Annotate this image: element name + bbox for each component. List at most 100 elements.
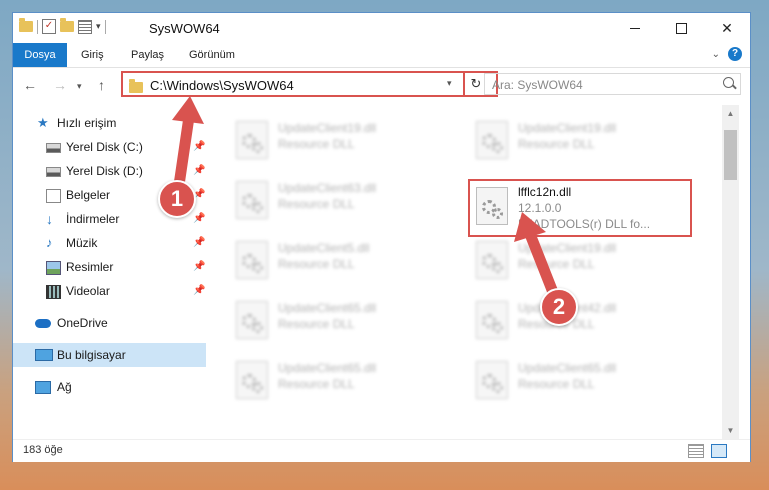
pin-icon[interactable]: 📌 bbox=[193, 279, 205, 303]
new-folder-icon[interactable] bbox=[60, 18, 74, 32]
file-tile[interactable]: UpdateClient65.dll Resource DLL bbox=[466, 357, 686, 409]
scroll-down-icon[interactable]: ▼ bbox=[722, 422, 739, 439]
videos-icon bbox=[46, 285, 61, 299]
expand-ribbon-chevron-icon[interactable]: ⌄ bbox=[712, 49, 720, 60]
sidebar-item-quick-access[interactable]: ★ Hızlı erişim bbox=[13, 111, 206, 135]
sidebar-item-local-disk-c[interactable]: Yerel Disk (C:) 📌 bbox=[13, 135, 206, 159]
minimize-button[interactable] bbox=[612, 13, 658, 43]
file-tile[interactable]: UpdateClient19.dll Resource DLL bbox=[466, 117, 686, 169]
recent-locations-chevron-icon[interactable]: ▾ bbox=[77, 81, 82, 92]
sidebar-item-videos[interactable]: Videolar 📌 bbox=[13, 279, 206, 303]
file-name: UpdateClient19.dll bbox=[518, 241, 617, 255]
file-tile[interactable]: UpdateClient65.dll Resource DLL bbox=[226, 297, 446, 349]
sidebar-item-label: Bu bilgisayar bbox=[57, 348, 126, 362]
step-1-badge: 1 bbox=[158, 180, 196, 218]
customize-caret-icon[interactable]: ▾ bbox=[96, 21, 101, 32]
tab-view[interactable]: Görünüm bbox=[179, 43, 245, 67]
pc-icon bbox=[35, 349, 53, 361]
sidebar-item-network[interactable]: Ağ bbox=[13, 375, 206, 399]
pin-icon[interactable]: 📌 bbox=[193, 231, 205, 255]
tab-share[interactable]: Paylaş bbox=[121, 43, 174, 67]
sidebar-item-pictures[interactable]: Resimler 📌 bbox=[13, 255, 206, 279]
file-name: UpdateClient5.dll bbox=[278, 241, 370, 255]
maximize-button[interactable] bbox=[658, 13, 704, 43]
toolbar-divider bbox=[104, 19, 106, 34]
dll-file-icon bbox=[476, 301, 508, 339]
status-bar: 183 öğe bbox=[13, 439, 750, 462]
dll-file-icon bbox=[476, 121, 508, 159]
window-title: SysWOW64 bbox=[149, 21, 220, 36]
sidebar-item-label: Yerel Disk (D:) bbox=[66, 164, 143, 178]
pin-icon[interactable]: 📌 bbox=[193, 135, 205, 159]
vertical-scrollbar[interactable]: ▲ ▼ bbox=[722, 105, 739, 439]
large-icons-view-icon[interactable] bbox=[711, 444, 727, 458]
folder-icon bbox=[19, 18, 33, 32]
forward-arrow-icon[interactable]: → bbox=[53, 77, 67, 93]
search-icon bbox=[723, 77, 734, 88]
scroll-up-icon[interactable]: ▲ bbox=[722, 105, 739, 122]
up-arrow-icon[interactable]: ↑ bbox=[98, 77, 105, 93]
dll-file-icon bbox=[476, 361, 508, 399]
search-input[interactable]: Ara: SysWOW64 bbox=[484, 73, 741, 95]
properties-icon[interactable] bbox=[78, 19, 92, 34]
dll-file-icon bbox=[236, 301, 268, 339]
back-arrow-icon[interactable]: ← bbox=[23, 77, 37, 93]
sidebar-item-label: Ağ bbox=[57, 380, 72, 394]
sidebar-item-label: Hızlı erişim bbox=[57, 116, 117, 130]
documents-icon bbox=[46, 189, 61, 203]
step-2-badge: 2 bbox=[540, 288, 578, 326]
help-icon[interactable]: ? bbox=[728, 47, 742, 61]
star-icon: ★ bbox=[37, 115, 49, 130]
file-tile[interactable]: UpdateClient65.dll Resource DLL bbox=[226, 357, 446, 409]
file-list: UpdateClient19.dll Resource DLL UpdateCl… bbox=[206, 105, 722, 439]
onedrive-icon bbox=[35, 319, 51, 328]
tab-file[interactable]: Dosya bbox=[13, 43, 67, 67]
address-path[interactable]: C:\Windows\SysWOW64 bbox=[150, 78, 294, 93]
network-icon bbox=[35, 381, 51, 394]
details-view-icon[interactable] bbox=[688, 444, 704, 458]
file-tile[interactable]: UpdateClient19.dll Resource DLL bbox=[226, 117, 446, 169]
properties-check-icon[interactable]: ✓ bbox=[42, 19, 56, 34]
address-bar[interactable]: C:\Windows\SysWOW64 ▾ ↻ bbox=[121, 71, 498, 97]
dll-file-icon bbox=[236, 241, 268, 279]
ribbon-right-controls: ⌄ ? bbox=[712, 47, 742, 61]
sidebar-item-music[interactable]: ♪ Müzik 📌 bbox=[13, 231, 206, 255]
sidebar-item-label: Müzik bbox=[66, 236, 98, 250]
file-name: UpdateClient65.dll bbox=[278, 301, 377, 315]
pin-icon[interactable]: 📌 bbox=[193, 207, 205, 231]
minimize-icon bbox=[630, 27, 640, 29]
file-tile[interactable]: UpdateClient5.dll Resource DLL bbox=[226, 237, 446, 289]
file-description: Resource DLL bbox=[278, 137, 355, 151]
dll-file-icon bbox=[236, 361, 268, 399]
sidebar-item-onedrive[interactable]: OneDrive bbox=[13, 311, 206, 335]
dll-file-icon bbox=[476, 241, 508, 279]
target-dll-file[interactable]: lfflc12n.dll 12.1.0.0 LEADTOOLS(r) DLL f… bbox=[468, 179, 692, 237]
navigation-pane: ★ Hızlı erişim Yerel Disk (C:) 📌 Yerel D… bbox=[13, 105, 206, 439]
quick-access-toolbar: ✓ ▾ bbox=[19, 18, 106, 34]
file-tile[interactable]: UpdateClient19.dll Resource DLL bbox=[466, 237, 686, 289]
file-description: Resource DLL bbox=[278, 197, 355, 211]
maximize-icon bbox=[675, 22, 687, 34]
scroll-thumb[interactable] bbox=[724, 130, 737, 180]
close-button[interactable]: ✕ bbox=[704, 13, 750, 43]
ribbon-tabs: Dosya Giriş Paylaş Görünüm ⌄ ? bbox=[13, 43, 750, 68]
file-name: UpdateClient63.dll bbox=[278, 181, 377, 195]
pictures-icon bbox=[46, 261, 61, 275]
pin-icon[interactable]: 📌 bbox=[193, 255, 205, 279]
file-version: 12.1.0.0 bbox=[518, 201, 562, 215]
disk-icon bbox=[46, 167, 61, 177]
disk-icon bbox=[46, 143, 61, 153]
file-tile[interactable]: UpdateClient63.dll Resource DLL bbox=[226, 177, 446, 229]
downloads-icon: ↓ bbox=[46, 211, 53, 227]
file-description: Resource DLL bbox=[278, 317, 355, 331]
dll-file-icon bbox=[236, 181, 268, 219]
refresh-icon[interactable]: ↻ bbox=[463, 73, 485, 95]
sidebar-item-this-pc[interactable]: Bu bilgisayar bbox=[13, 343, 206, 367]
title-bar: ✓ ▾ SysWOW64 ✕ bbox=[13, 13, 750, 43]
file-description: LEADTOOLS(r) DLL fo... bbox=[518, 217, 651, 231]
file-name: UpdateClient65.dll bbox=[518, 361, 617, 375]
explorer-window: ✓ ▾ SysWOW64 ✕ Dosya Giriş Paylaş Görünü… bbox=[12, 12, 751, 462]
tab-home[interactable]: Giriş bbox=[71, 43, 114, 67]
pin-icon[interactable]: 📌 bbox=[193, 159, 205, 183]
address-dropdown-icon[interactable]: ▾ bbox=[447, 78, 452, 89]
